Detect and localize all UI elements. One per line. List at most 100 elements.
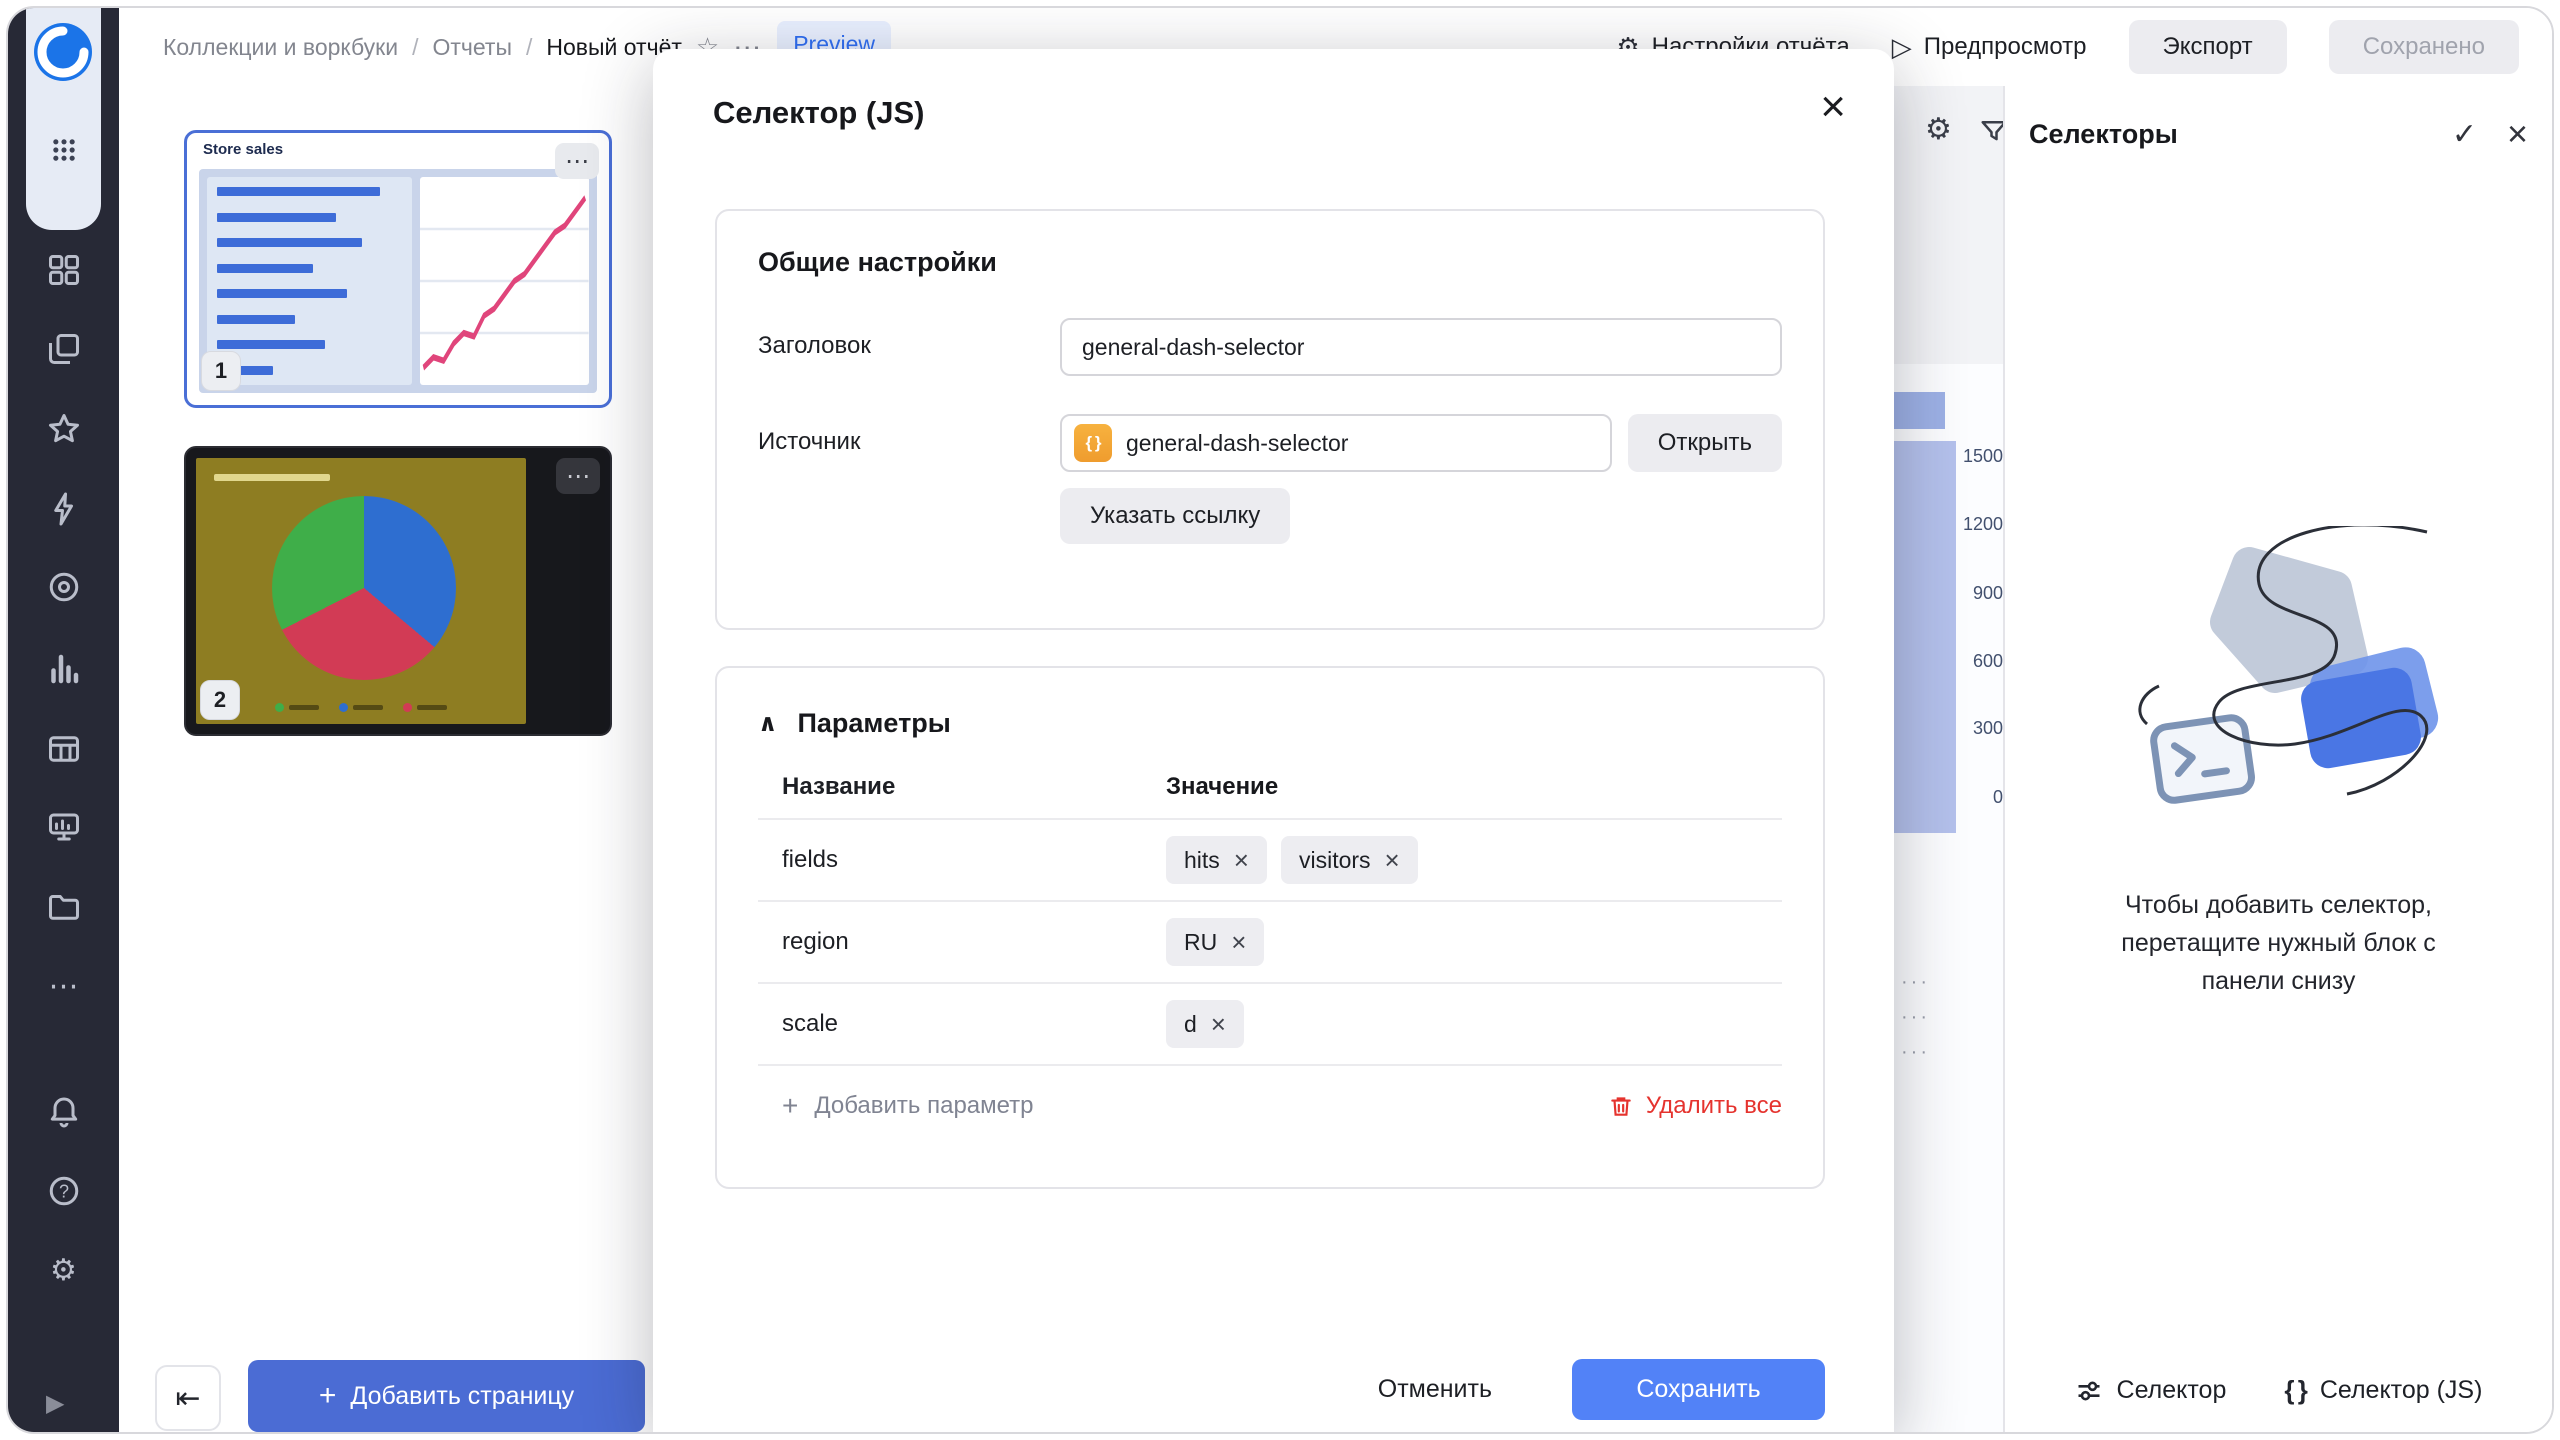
open-source-button[interactable]: Открыть — [1628, 414, 1782, 472]
quick-actions-icon[interactable] — [8, 480, 119, 538]
widget-gear-icon[interactable]: ⚙ — [1925, 112, 1952, 147]
save-button[interactable]: Сохранить — [1572, 1359, 1825, 1420]
mini-pie-legend — [196, 703, 526, 712]
dashboards-icon[interactable] — [8, 241, 119, 299]
apply-check-icon[interactable]: ✓ — [2452, 117, 2477, 152]
folder-icon[interactable] — [8, 878, 119, 936]
app-window: ⋯ ? ⚙ ▶ Коллекции и воркбуки / Отчеты / … — [6, 6, 2554, 1434]
chip-label: visitors — [1299, 847, 1371, 874]
breadcrumb-separator: / — [412, 34, 418, 61]
page-thumbnail-1[interactable]: Store sales 1 ⋯ — [184, 130, 612, 408]
breadcrumb-collections[interactable]: Коллекции и воркбуки — [163, 34, 398, 61]
param-chip[interactable]: hits × — [1166, 836, 1267, 884]
cancel-button[interactable]: Отменить — [1378, 1375, 1492, 1404]
export-button[interactable]: Экспорт — [2129, 20, 2287, 74]
modal-close-icon[interactable]: × — [1820, 85, 1846, 129]
source-value: general-dash-selector — [1126, 430, 1348, 457]
add-page-label: Добавить страницу — [350, 1382, 574, 1411]
status-rings-icon[interactable] — [8, 558, 119, 616]
truncated-label: ··· — [1901, 1041, 1930, 1064]
add-page-button[interactable]: + Добавить страницу — [248, 1360, 645, 1432]
preview-label: Предпросмотр — [1924, 33, 2087, 61]
param-row-region: region RU × — [758, 902, 1782, 984]
chip-close-icon[interactable]: × — [1231, 929, 1246, 955]
selector-js-block[interactable]: { } Селектор (JS) — [2284, 1375, 2482, 1406]
sliders-icon — [2075, 1377, 2103, 1405]
title-row: Заголовок — [758, 318, 1782, 376]
apps-grid-icon[interactable] — [50, 136, 78, 169]
parameters-card: ∧ Параметры Название Значение fields hit… — [715, 666, 1825, 1189]
datalens-logo-icon[interactable] — [31, 20, 95, 89]
source-input[interactable]: { } general-dash-selector — [1060, 414, 1612, 472]
more-nav-icon[interactable]: ⋯ — [8, 958, 119, 1016]
favorites-icon[interactable] — [8, 400, 119, 458]
parameters-header: ∧ Параметры — [758, 696, 1782, 750]
add-parameter-label: Добавить параметр — [814, 1092, 1033, 1120]
terminal-icon — [2151, 716, 2252, 802]
param-chip[interactable]: d × — [1166, 1000, 1244, 1048]
page1-preview — [199, 169, 597, 393]
page2-number-badge: 2 — [200, 680, 240, 720]
svg-text:?: ? — [58, 1181, 68, 1201]
charts-icon[interactable] — [8, 640, 119, 698]
title-input[interactable] — [1060, 318, 1782, 376]
chip-label: RU — [1184, 929, 1217, 956]
mini-pie-chart — [272, 496, 456, 680]
pages-panel: Store sales 1 ⋯ — [119, 86, 653, 1432]
param-name: region — [758, 928, 1166, 956]
axis-label: 900 — [1941, 583, 2003, 604]
page2-menu-icon[interactable]: ⋯ — [556, 458, 600, 494]
settings-icon[interactable]: ⚙ — [8, 1242, 119, 1300]
saved-button[interactable]: Сохранено — [2329, 20, 2519, 74]
notifications-icon[interactable] — [8, 1082, 119, 1140]
page-thumbnail-2[interactable]: 2 ⋯ — [184, 446, 612, 736]
caption-line: Чтобы добавить селектор, — [2035, 886, 2522, 924]
column-value: Значение — [1166, 773, 1782, 801]
chip-close-icon[interactable]: × — [1385, 847, 1400, 873]
sidebar-expand-icon[interactable]: ▶ — [46, 1389, 64, 1418]
axis-label: 300 — [1941, 718, 2003, 739]
page1-number-badge: 1 — [201, 351, 241, 391]
collections-icon[interactable] — [8, 320, 119, 378]
monitor-icon[interactable] — [8, 798, 119, 856]
play-icon: ▷ — [1892, 32, 1912, 63]
caption-line: перетащите нужный блок с — [2035, 924, 2522, 962]
breadcrumb-reports[interactable]: Отчеты — [432, 34, 512, 61]
chip-close-icon[interactable]: × — [1234, 847, 1249, 873]
preview-button[interactable]: ▷ Предпросмотр — [1892, 32, 2087, 63]
axis-label: 600 — [1941, 651, 2003, 672]
mini-chart-title — [214, 474, 330, 481]
add-parameter-button[interactable]: + Добавить параметр — [758, 1090, 1034, 1122]
collapse-panel-button[interactable]: ⇤ — [155, 1365, 221, 1431]
specify-link-button[interactable]: Указать ссылку — [1060, 488, 1290, 544]
page1-menu-icon[interactable]: ⋯ — [555, 143, 599, 179]
help-icon[interactable]: ? — [8, 1162, 119, 1220]
caption-line: панели снизу — [2035, 962, 2522, 1000]
tables-icon[interactable] — [8, 720, 119, 778]
param-name: fields — [758, 846, 1166, 874]
axis-label: 1200 — [1941, 514, 2003, 535]
param-name: scale — [758, 1010, 1166, 1038]
param-chip[interactable]: RU × — [1166, 918, 1264, 966]
truncated-label: ··· — [1901, 971, 1930, 994]
general-settings-card: Общие настройки Заголовок Источник { } g… — [715, 209, 1825, 630]
collapse-chevron-icon[interactable]: ∧ — [758, 709, 778, 738]
column-name: Название — [758, 773, 1166, 801]
selector-block[interactable]: Селектор — [2075, 1376, 2227, 1405]
plus-icon: + — [319, 1379, 337, 1413]
truncated-label: ··· — [1901, 1006, 1930, 1029]
selector-blocks-tray: Селектор { } Селектор (JS) — [2005, 1375, 2552, 1406]
plus-icon: + — [782, 1090, 798, 1122]
axis-label: 1500 — [1941, 446, 2003, 467]
chip-close-icon[interactable]: × — [1211, 1011, 1226, 1037]
chip-label: d — [1184, 1011, 1197, 1038]
selector-js-modal: Селектор (JS) × Общие настройки Заголово… — [653, 49, 1894, 1432]
parameters-footer: + Добавить параметр Удалить все — [758, 1066, 1782, 1146]
panel-close-icon[interactable]: × — [2507, 116, 2528, 152]
delete-all-button[interactable]: Удалить все — [1608, 1092, 1782, 1120]
modal-footer: Отменить Сохранить — [1378, 1359, 1825, 1420]
param-chip[interactable]: visitors × — [1281, 836, 1418, 884]
source-label: Источник — [758, 414, 1060, 456]
sidebar: ⋯ ? ⚙ ▶ — [8, 8, 119, 1432]
source-row: Источник { } general-dash-selector Откры… — [758, 414, 1782, 544]
